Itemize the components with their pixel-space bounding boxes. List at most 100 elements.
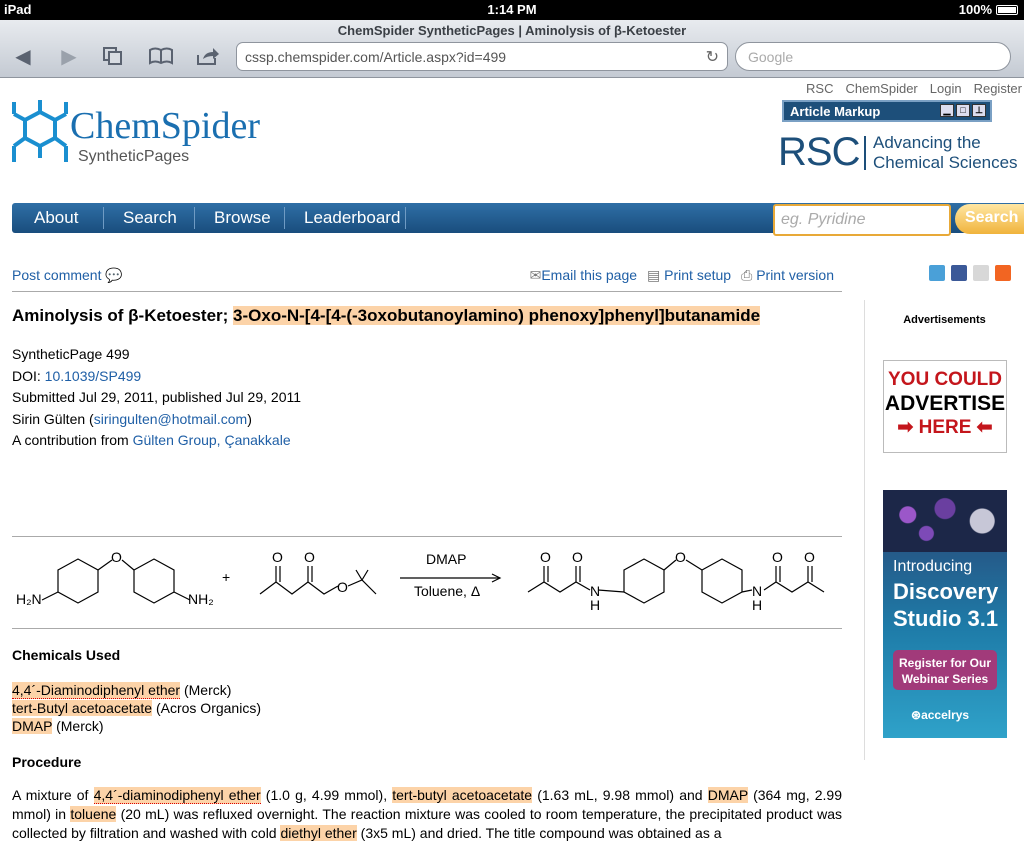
top-link-register[interactable]: Register: [974, 81, 1022, 96]
site-search-input[interactable]: eg. Pyridine: [773, 204, 951, 236]
conditions-label: Toluene, Δ: [414, 583, 480, 599]
product-amide-oxygen-right: O: [772, 549, 783, 565]
procedure-segment: (3x5 mL) and dried. The title compound w…: [356, 825, 722, 841]
ads-sidebar: Advertisements YOU COULD ADVERTISE ➡ HER…: [864, 300, 1024, 760]
chemical-link[interactable]: 4,4´-Diaminodiphenyl ether: [12, 682, 181, 699]
chemical-link[interactable]: tert-Butyl acetoacetate: [12, 700, 153, 716]
title-separator: ;: [222, 306, 234, 325]
add-icon[interactable]: [995, 265, 1011, 281]
amide-h-right: H: [752, 597, 762, 613]
title-main: Aminolysis of β-Ketoester: [12, 306, 223, 325]
ad-line-2: ADVERTISE: [884, 392, 1006, 415]
maximize-icon[interactable]: □: [956, 104, 970, 117]
chemical-supplier: (Merck): [180, 682, 232, 698]
ester-oxygen: O: [337, 579, 348, 595]
nav-about[interactable]: About: [34, 208, 78, 228]
print-setup-link[interactable]: ▤ Print setup: [647, 267, 731, 284]
post-comment-link[interactable]: Post comment 💬: [12, 267, 123, 284]
forward-icon[interactable]: ▶: [56, 46, 82, 68]
ad-line-3-text: HERE: [918, 417, 972, 438]
rsc-logo-text: RSC: [778, 130, 860, 174]
chemicals-heading: Chemicals Used: [12, 647, 121, 663]
pages-icon[interactable]: [100, 46, 126, 68]
doi-label: DOI:: [12, 367, 45, 384]
nav-separator: [194, 207, 195, 229]
ad-line-1: YOU COULD: [888, 369, 1002, 390]
article-actions: Post comment 💬 ✉Email this page ▤ Print …: [12, 265, 842, 287]
author-email-link[interactable]: siringulten@hotmail.com: [94, 411, 248, 427]
article-body: Aminolysis of β-Ketoester; 3-Oxo-N-[4-[4…: [12, 306, 844, 841]
chemical-item: tert-Butyl acetoacetate (Acros Organics): [12, 699, 261, 717]
accelrys-text: accelrys: [921, 708, 970, 722]
webinar-button[interactable]: Register for Our Webinar Series: [893, 650, 997, 690]
chemical-link[interactable]: toluene: [70, 806, 117, 822]
nav-leaderboard[interactable]: Leaderboard: [304, 208, 400, 228]
top-link-chemspider[interactable]: ChemSpider: [846, 81, 918, 96]
print-version-link[interactable]: ⎙ Print version: [741, 267, 834, 284]
reaction-scheme: H₂N NH₂ O + O O O DMAP Toluene, Δ O O O …: [16, 549, 825, 613]
doi-line: DOI: 10.1039/SP499: [12, 366, 844, 388]
benzene-ring-1: [57, 558, 99, 604]
contribution-label: A contribution from: [12, 432, 133, 448]
chemical-link[interactable]: DMAP: [707, 787, 748, 803]
ds-title-2: Studio 3.1: [893, 606, 999, 631]
procedure-segment: A mixture of: [12, 787, 94, 803]
top-link-login[interactable]: Login: [930, 81, 962, 96]
address-bar[interactable]: cssp.chemspider.com/Article.aspx?id=499 …: [236, 42, 728, 71]
back-icon[interactable]: ◀: [10, 46, 36, 68]
nav-separator: [103, 207, 104, 229]
rsc-tagline-2: Chemical Sciences: [873, 153, 1018, 172]
pin-icon[interactable]: ⊥: [972, 104, 986, 117]
benzene-ring-3: [623, 558, 665, 604]
mail-icon[interactable]: [973, 265, 989, 281]
comment-icon: 💬: [105, 267, 123, 283]
print-setup-label: Print setup: [664, 267, 732, 283]
web-page: RSC ChemSpider Login Register ChemSpider…: [0, 78, 1024, 841]
procedure-text: A mixture of 4,4´-diaminodiphenyl ether …: [12, 786, 842, 843]
browser-search-field[interactable]: Google: [735, 42, 1011, 71]
nav-separator: [284, 207, 285, 229]
rsc-logo[interactable]: RSC Advancing the Chemical Sciences: [778, 130, 1022, 176]
nav-browse[interactable]: Browse: [214, 208, 271, 228]
chemical-link[interactable]: diethyl ether: [280, 825, 357, 841]
nav-search[interactable]: Search: [123, 208, 177, 228]
divider: [12, 536, 842, 537]
chemical-link[interactable]: tert-butyl acetoacetate: [392, 787, 533, 803]
top-links: RSC ChemSpider Login Register: [806, 81, 1022, 96]
chemical-supplier: (Acros Organics): [152, 700, 261, 716]
article-markup-label: Article Markup: [790, 104, 881, 119]
document-icon: ▤: [647, 267, 661, 283]
discovery-studio-ad[interactable]: Introducing Discovery Studio 3.1 Register…: [883, 490, 1007, 738]
post-comment-label: Post comment: [12, 267, 102, 283]
twitter-icon[interactable]: [929, 265, 945, 281]
chemspider-logo[interactable]: ChemSpider SyntheticPages: [10, 96, 290, 176]
top-link-rsc[interactable]: RSC: [806, 81, 833, 96]
article-markup-widget[interactable]: Article Markup ▁ □ ⊥: [782, 100, 992, 122]
product-keto-oxygen-left: O: [540, 549, 551, 565]
page-id: SyntheticPage 499: [12, 346, 130, 362]
share-icon[interactable]: [195, 46, 221, 68]
author-close: ): [247, 410, 252, 427]
title-compound[interactable]: 3-Oxo-N-[4-[4-(-3oxobutanoylamino) pheno…: [233, 306, 761, 325]
site-search-button[interactable]: Search: [955, 204, 1024, 234]
minimize-icon[interactable]: ▁: [940, 104, 954, 117]
amine-label-right: NH₂: [188, 591, 214, 607]
chemicals-list: 4,4´-Diaminodiphenyl ether (Merck) tert-…: [12, 681, 261, 735]
advertise-here-ad[interactable]: YOU COULD ADVERTISE ➡ HERE ⬅: [883, 360, 1007, 453]
chemical-link[interactable]: 4,4´-diaminodiphenyl ether: [93, 787, 261, 804]
product-amide-oxygen-left: O: [572, 549, 583, 565]
chemical-link[interactable]: DMAP: [12, 718, 53, 734]
rsc-tagline-1: Advancing the: [873, 133, 981, 152]
reload-icon[interactable]: ↻: [706, 47, 719, 67]
contribution-link[interactable]: Gülten Group, Çanakkale: [133, 432, 291, 448]
email-page-link[interactable]: ✉Email this page: [530, 267, 637, 284]
envelope-icon: ✉: [529, 267, 542, 283]
logo-subtitle: SyntheticPages: [78, 148, 190, 165]
printer-icon: ⎙: [741, 267, 753, 283]
ether-oxygen: O: [111, 549, 122, 565]
email-page-label: Email this page: [541, 267, 638, 283]
doi-link[interactable]: 10.1039/SP499: [45, 368, 142, 384]
facebook-icon[interactable]: [951, 265, 967, 281]
social-share: [929, 265, 1011, 281]
bookmarks-icon[interactable]: [148, 46, 174, 68]
